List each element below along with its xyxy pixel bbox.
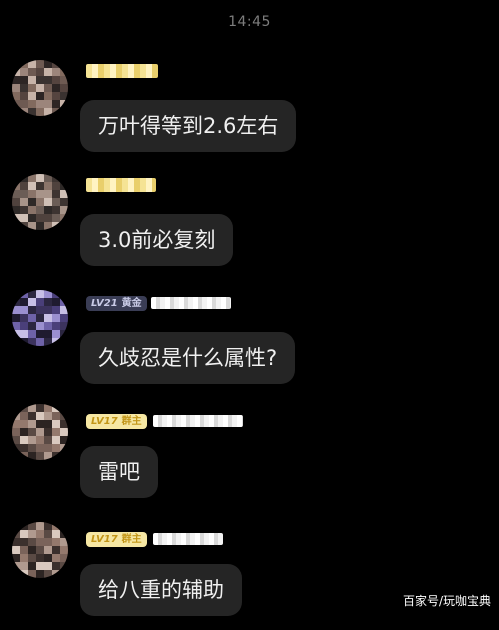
avatar[interactable] bbox=[12, 60, 68, 116]
sender-name-row[interactable]: LV17 群主 bbox=[86, 530, 223, 548]
avatar[interactable] bbox=[12, 290, 68, 346]
chat-message: 3.0前必复刻 bbox=[0, 172, 499, 282]
level-badge: LV17 群主 bbox=[86, 413, 147, 429]
avatar[interactable] bbox=[12, 404, 68, 460]
chat-message: LV17 群主 给八重的辅助 bbox=[0, 520, 499, 630]
sender-name-row[interactable] bbox=[86, 62, 158, 80]
chat-message: LV21 黄金 久歧忍是什么属性? bbox=[0, 288, 499, 398]
message-bubble[interactable]: 给八重的辅助 bbox=[80, 564, 242, 616]
message-bubble[interactable]: 久歧忍是什么属性? bbox=[80, 332, 296, 384]
message-bubble[interactable]: 万叶得等到2.6左右 bbox=[80, 100, 297, 152]
chat-message: 万叶得等到2.6左右 bbox=[0, 58, 499, 168]
watermark: 百家号/玩咖宝典 bbox=[402, 594, 491, 608]
level-badge: LV21 黄金 bbox=[86, 295, 147, 311]
avatar[interactable] bbox=[12, 522, 68, 578]
sender-name-row[interactable] bbox=[86, 176, 156, 194]
sender-name-row[interactable]: LV17 群主 bbox=[86, 412, 243, 430]
level-text: LV17 bbox=[91, 415, 118, 427]
chat-screen: { "status": { "time": "14:45" }, "messag… bbox=[0, 0, 499, 616]
redacted-name bbox=[152, 415, 243, 427]
redacted-name bbox=[86, 178, 156, 192]
level-text: LV17 bbox=[91, 533, 118, 545]
message-bubble[interactable]: 3.0前必复刻 bbox=[80, 214, 234, 266]
avatar[interactable] bbox=[12, 174, 68, 230]
rank-text: 黄金 bbox=[121, 297, 142, 309]
rank-text: 群主 bbox=[121, 415, 142, 427]
redacted-name bbox=[86, 64, 158, 78]
redacted-name bbox=[152, 533, 223, 545]
level-text: LV21 bbox=[91, 297, 118, 309]
message-bubble[interactable]: 雷吧 bbox=[80, 446, 158, 498]
sender-name-row[interactable]: LV21 黄金 bbox=[86, 294, 231, 312]
status-time: 14:45 bbox=[228, 14, 271, 30]
chat-message: LV17 群主 雷吧 bbox=[0, 402, 499, 512]
redacted-name bbox=[150, 297, 231, 309]
rank-text: 群主 bbox=[121, 533, 142, 545]
level-badge: LV17 群主 bbox=[86, 531, 147, 547]
